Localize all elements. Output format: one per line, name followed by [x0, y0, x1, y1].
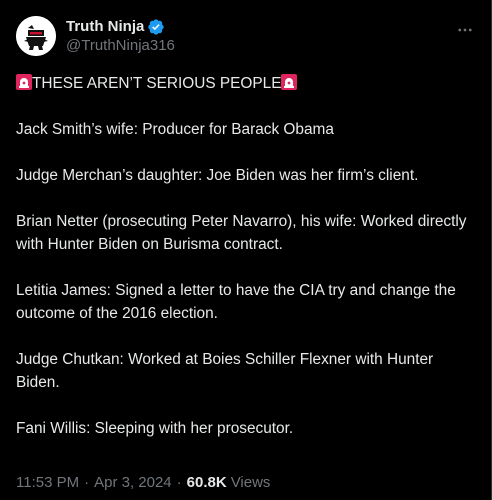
tweet-paragraph: Brian Netter (prosecuting Peter Navarro)… [16, 213, 467, 253]
tweet-body: THESE AREN’T SERIOUS PEOPLE Jack Smith’s… [16, 72, 477, 463]
author-names: Truth Ninja @TruthNinja316 [66, 17, 175, 55]
views-label: Views [230, 474, 271, 491]
tweet-paragraph: Letitia James: Signed a letter to have t… [16, 282, 456, 322]
author-handle[interactable]: @TruthNinja316 [66, 36, 175, 55]
meta-separator: · [84, 474, 90, 491]
tweet-paragraph: Fani Willis: Sleeping with her prosecuto… [16, 420, 294, 437]
tweet-paragraph: Jack Smith’s wife: Producer for Barack O… [16, 121, 334, 138]
tweet-header: Truth Ninja @TruthNinja316 [16, 14, 479, 58]
verified-badge-icon [147, 18, 165, 36]
tweet-date[interactable]: Apr 3, 2024 [94, 474, 172, 491]
name-row: Truth Ninja [66, 17, 175, 36]
tweet-time[interactable]: 11:53 PM [16, 474, 79, 491]
siren-icon [281, 74, 298, 90]
tweet-card: Truth Ninja @TruthNinja316 THESE AREN’T … [0, 0, 492, 500]
tweet-paragraph: Judge Chutkan: Worked at Boies Schiller … [16, 351, 434, 391]
author-display-name[interactable]: Truth Ninja [66, 17, 144, 36]
avatar[interactable] [16, 16, 56, 56]
views-count: 60.8K [186, 474, 227, 491]
headline-text: THESE AREN’T SERIOUS PEOPLE [32, 75, 282, 92]
tweet-paragraph: Judge Merchan’s daughter: Joe Biden was … [16, 167, 419, 184]
siren-icon [16, 74, 32, 90]
ninja-avatar-icon [16, 16, 56, 56]
tweet-headline: THESE AREN’T SERIOUS PEOPLE [16, 72, 477, 95]
meta-separator: · [176, 474, 182, 491]
tweet-meta: 11:53 PM · Apr 3, 2024 · 60.8K Views [16, 474, 270, 491]
more-horizontal-icon[interactable] [455, 20, 475, 40]
